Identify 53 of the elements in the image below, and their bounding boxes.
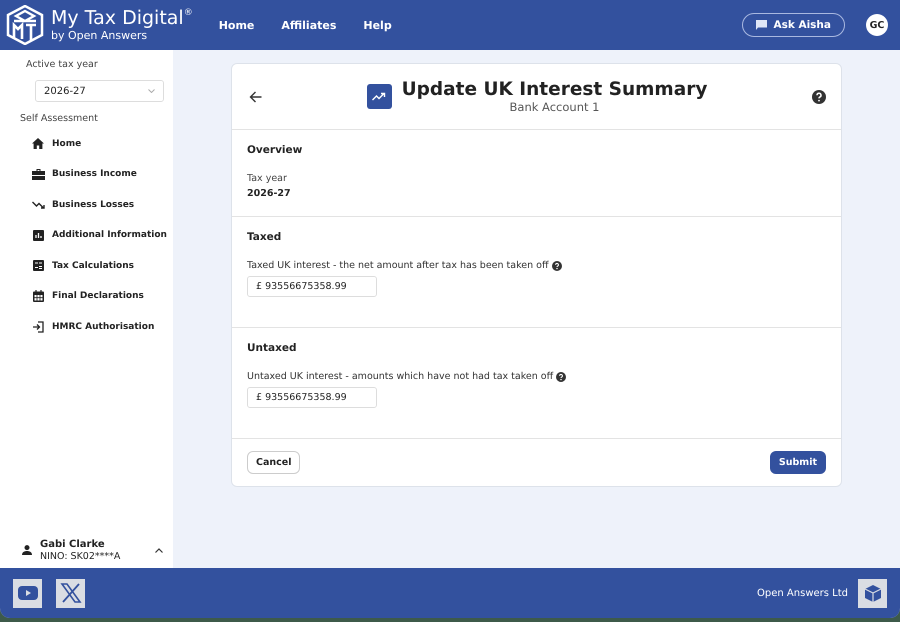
- sidebar-item[interactable]: Home: [0, 135, 173, 152]
- tax-year-label: Active tax year: [26, 59, 99, 70]
- sidebar-item[interactable]: Final Declarations: [0, 288, 173, 304]
- sidebar-item[interactable]: Additional Information: [0, 226, 173, 244]
- nav-link[interactable]: Home: [218, 18, 254, 32]
- user-avatar[interactable]: GC: [866, 14, 888, 36]
- section-label: Self Assessment: [20, 113, 99, 124]
- submit-button[interactable]: Submit: [770, 451, 826, 474]
- amount-input[interactable]: £ 93556675358.99: [247, 276, 377, 297]
- section-heading: Overview: [247, 144, 304, 156]
- user-name: Gabi Clarke: [40, 538, 106, 551]
- login-icon: [32, 320, 44, 332]
- chevron-up-icon[interactable]: [155, 548, 163, 553]
- chat-icon: [756, 20, 768, 30]
- help-icon[interactable]: [812, 90, 826, 104]
- trending-down-icon: [32, 200, 44, 208]
- sidebar-item[interactable]: Business Income: [0, 166, 173, 182]
- sidebar-item[interactable]: Tax Calculations: [0, 257, 173, 274]
- logo-icon: [6, 5, 44, 45]
- brand-tagline: by Open Answers: [51, 30, 148, 41]
- back-arrow-icon[interactable]: [249, 90, 262, 102]
- ask-assistant-button[interactable]: Ask Aisha: [742, 13, 845, 37]
- user-nino: NINO: SK02****A: [40, 550, 122, 562]
- sidebar-item[interactable]: Business Losses: [0, 196, 173, 213]
- company-name: Open Answers Ltd: [757, 588, 848, 598]
- field-value: 2026-27: [247, 188, 292, 199]
- trending-up-icon: [366, 84, 392, 109]
- section-heading: Untaxed: [247, 342, 298, 354]
- nav-link[interactable]: Help: [363, 18, 392, 32]
- page-title: Update UK Interest Summary: [402, 79, 708, 101]
- home-icon: [32, 138, 44, 149]
- sidebar-item[interactable]: HMRC Authorisation: [0, 318, 173, 335]
- section-heading: Taxed: [247, 231, 282, 243]
- video-icon[interactable]: [13, 578, 42, 608]
- tax-year-dropdown[interactable]: 2026-27: [35, 80, 164, 102]
- field-label: Tax year: [247, 173, 288, 184]
- calendar-icon: [32, 290, 44, 302]
- amount-input[interactable]: £ 93556675358.99: [247, 387, 377, 408]
- help-icon[interactable]: [552, 260, 562, 270]
- nav-link[interactable]: Affiliates: [281, 18, 336, 32]
- x-logo-icon[interactable]: [56, 578, 85, 608]
- help-icon[interactable]: [556, 372, 566, 382]
- calculator-icon: [32, 260, 44, 271]
- field-label: Untaxed UK interest - amounts which have not had tax taken off: [247, 371, 554, 382]
- cube-icon[interactable]: [858, 578, 887, 608]
- field-label: Taxed UK interest - the net amount after tax has been taken off: [247, 260, 548, 271]
- briefcase-icon: [32, 168, 44, 180]
- brand-name: My Tax Digital$^{®}$: [51, 9, 193, 28]
- cancel-button[interactable]: Cancel: [247, 451, 300, 474]
- chevron-down-icon: [148, 89, 155, 93]
- page-subtitle: Bank Account 1: [510, 100, 600, 114]
- bar-chart-icon: [32, 230, 44, 240]
- person-icon: [22, 545, 32, 556]
